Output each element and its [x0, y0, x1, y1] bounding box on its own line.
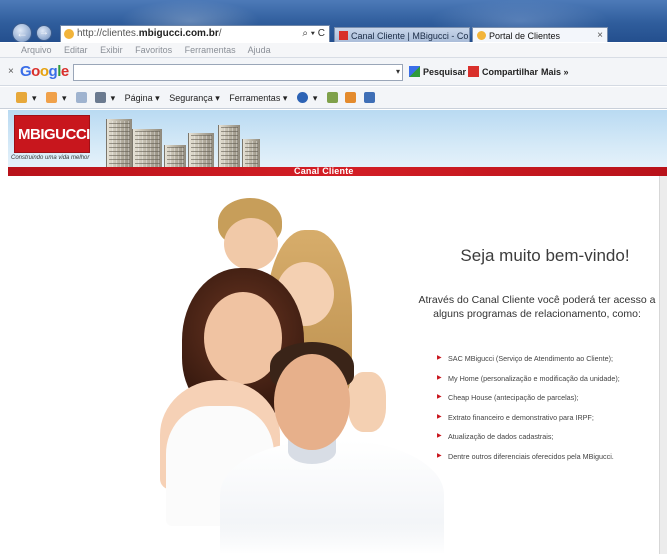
- address-actions[interactable]: ⌕ ▾ C: [302, 26, 325, 42]
- google-logo: Google: [20, 63, 69, 80]
- compartilhar-label: Compartilhar: [482, 67, 539, 77]
- print-icon[interactable]: [94, 92, 106, 103]
- help-dropdown[interactable]: ▾: [313, 93, 318, 103]
- family-photo: [160, 192, 450, 554]
- close-toolbar-icon[interactable]: ×: [8, 66, 14, 77]
- mbigucci-logo[interactable]: MBIGUCCI: [14, 115, 90, 153]
- photo-shape: [348, 372, 386, 432]
- mail-icon[interactable]: [76, 92, 88, 103]
- menu-item-editar[interactable]: Editar: [64, 45, 88, 55]
- menu-item-exibir[interactable]: Exibir: [100, 45, 123, 55]
- google-toolbar: × Google ▾ Pesquisar ▾ Compartilhar Mais…: [0, 58, 667, 86]
- address-prefix: http://clientes.: [77, 28, 139, 39]
- logo-text: MBIGUCCI: [18, 126, 90, 143]
- welcome-heading: Seja muito bem-vindo!: [460, 246, 630, 265]
- mais-button[interactable]: Mais »: [541, 65, 569, 79]
- print-dropdown[interactable]: ▾: [111, 93, 116, 103]
- mbigucci-favicon-icon: [339, 31, 348, 40]
- home-dropdown[interactable]: ▾: [32, 93, 37, 103]
- pesquisar-label: Pesquisar ▾: [423, 67, 474, 77]
- section-title: Canal Cliente: [294, 166, 354, 176]
- help-icon[interactable]: [296, 92, 308, 103]
- list-item: Extrato financeiro e demonstrativo para …: [437, 413, 662, 433]
- back-button[interactable]: ←: [12, 23, 32, 42]
- chevron-down-icon[interactable]: ▾: [396, 67, 400, 76]
- page-scrollbar[interactable]: [659, 176, 667, 554]
- tab-label: Canal Cliente | MBigucci - Con...: [351, 31, 470, 41]
- photo-shape: [274, 354, 350, 450]
- onenote-icon[interactable]: [345, 92, 357, 103]
- tab-label: Portal de Clientes: [489, 31, 561, 41]
- research-icon[interactable]: [326, 92, 338, 103]
- home-icon[interactable]: [16, 92, 27, 103]
- security-menu[interactable]: Segurança ▾: [169, 93, 220, 103]
- photo-fade: [160, 522, 450, 554]
- benefits-list: SAC MBigucci (Serviço de Atendimento ao …: [437, 354, 662, 471]
- tab-canal-cliente[interactable]: Canal Cliente | MBigucci - Con...: [334, 27, 470, 42]
- tab-portal-de-clientes[interactable]: Portal de Clientes ×: [472, 27, 608, 42]
- intro-text: Através do Canal Cliente você poderá ter…: [418, 294, 656, 320]
- feeds-icon[interactable]: [46, 92, 58, 103]
- address-bar[interactable]: http://clientes.mbigucci.com.br/ ⌕ ▾ C: [60, 25, 330, 42]
- section-bar: Canal Cliente: [8, 166, 667, 176]
- search-icon: [409, 66, 420, 77]
- google-search-input[interactable]: ▾: [73, 64, 403, 81]
- address-domain: mbigucci.com.br: [138, 28, 219, 39]
- menu-item-arquivo[interactable]: Arquivo: [21, 45, 52, 55]
- page-menu[interactable]: Página ▾: [125, 93, 160, 103]
- share-icon: [468, 66, 479, 77]
- tools-menu[interactable]: Ferramentas ▾: [229, 93, 287, 103]
- list-item: My Home (personalização e modificação da…: [437, 374, 662, 394]
- pesquisar-button[interactable]: Pesquisar ▾: [409, 65, 473, 79]
- site-favicon-icon: [64, 29, 74, 39]
- menu-item-ferramentas[interactable]: Ferramentas: [185, 45, 236, 55]
- list-item: SAC MBigucci (Serviço de Atendimento ao …: [437, 354, 662, 374]
- tagline: Construindo uma vida melhor: [11, 155, 90, 161]
- feeds-dropdown[interactable]: ▾: [62, 93, 67, 103]
- compartilhar-button[interactable]: Compartilhar: [468, 65, 538, 79]
- ie-favicon-icon: [477, 31, 486, 40]
- menu-item-ajuda[interactable]: Ajuda: [248, 45, 271, 55]
- list-item: Dentre outros diferenciais oferecidos pe…: [437, 452, 662, 472]
- back-arrow-icon: ←: [16, 26, 28, 40]
- translate-icon[interactable]: [363, 92, 375, 103]
- menu-item-favoritos[interactable]: Favoritos: [135, 45, 172, 55]
- photo-shape: [224, 218, 278, 270]
- menu-bar: Arquivo Editar Exibir Favoritos Ferramen…: [0, 43, 667, 58]
- list-item: Atualização de dados cadastrais;: [437, 432, 662, 452]
- close-tab-icon[interactable]: ×: [597, 28, 603, 42]
- browser-title-bar: ← → http://clientes.mbigucci.com.br/ ⌕ ▾…: [0, 0, 667, 42]
- command-bar: ▾ ▾ ▾ Página ▾ Segurança ▾ Ferramentas ▾…: [0, 87, 667, 109]
- forward-arrow-icon: →: [39, 27, 49, 38]
- address-suffix: /: [218, 28, 222, 39]
- list-item: Cheap House (antecipação de parcelas);: [437, 393, 662, 413]
- forward-button[interactable]: →: [36, 25, 52, 41]
